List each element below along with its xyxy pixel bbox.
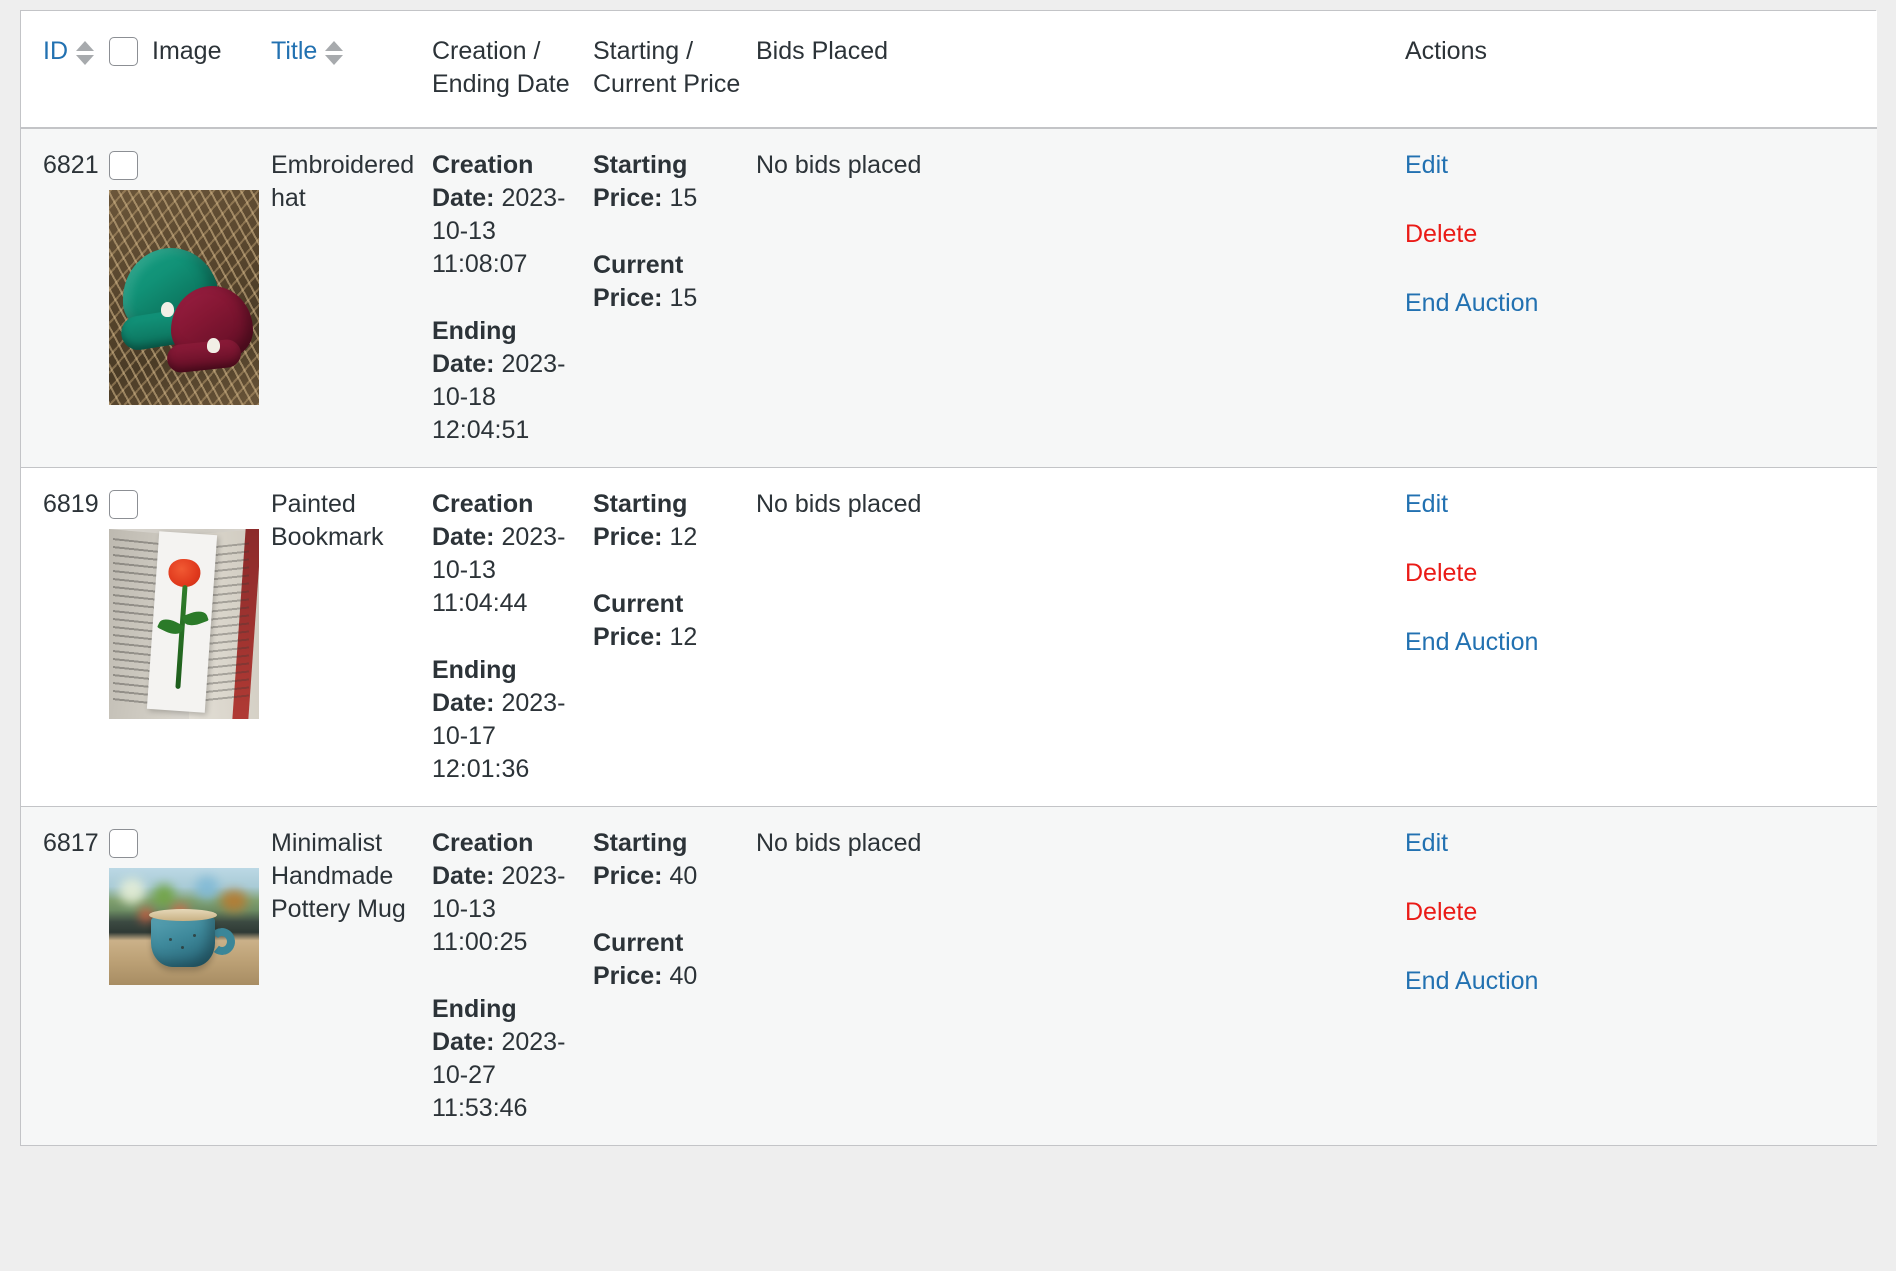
cell-image xyxy=(109,467,271,807)
current-price-value: 12 xyxy=(669,623,698,651)
bookmark-shape xyxy=(146,531,218,713)
mug-body xyxy=(151,917,215,967)
rose-leaf xyxy=(181,608,209,629)
background-bokeh xyxy=(195,876,219,900)
cell-title: Minimalist Handmade Pottery Mug xyxy=(271,806,432,1146)
end-auction-link[interactable]: End Auction xyxy=(1405,287,1867,320)
starting-price-value: 40 xyxy=(669,862,698,890)
end-auction-link[interactable]: End Auction xyxy=(1405,626,1867,659)
table-row: 6817 Minimalist Handmade Pottery Mug Cre… xyxy=(21,806,1877,1146)
column-header-actions: Actions xyxy=(1405,11,1877,129)
column-header-image: Image xyxy=(109,11,271,129)
edit-link[interactable]: Edit xyxy=(1405,149,1867,182)
edit-link[interactable]: Edit xyxy=(1405,488,1867,521)
cell-actions: Edit Delete End Auction xyxy=(1405,467,1877,807)
product-thumbnail-image xyxy=(109,529,259,719)
cell-price: Starting Price: 15 Current Price: 15 xyxy=(593,128,756,468)
table-header-row: ID Image Title Creation / Ending Date St… xyxy=(21,11,1877,129)
embroidery-badge-icon xyxy=(161,302,174,317)
auctions-table-container: ID Image Title Creation / Ending Date St… xyxy=(20,10,1877,1146)
mug-speck xyxy=(169,938,172,941)
row-select-checkbox[interactable] xyxy=(109,490,138,519)
sort-arrows-icon[interactable] xyxy=(325,39,344,65)
cell-image xyxy=(109,128,271,468)
background-bokeh xyxy=(119,878,145,904)
product-thumbnail-image xyxy=(109,868,259,985)
cell-id: 6819 xyxy=(21,467,109,807)
delete-link[interactable]: Delete xyxy=(1405,896,1867,929)
background-bokeh xyxy=(221,890,247,912)
delete-link[interactable]: Delete xyxy=(1405,218,1867,251)
table-row: 6821 Embroidered hat Creation Date: 2023… xyxy=(21,128,1877,468)
painted-rose-icon xyxy=(167,557,202,589)
cell-id: 6817 xyxy=(21,806,109,1146)
cell-image xyxy=(109,806,271,1146)
cell-bids: No bids placed xyxy=(756,128,1405,468)
cell-title: Painted Bookmark xyxy=(271,467,432,807)
background-bokeh xyxy=(153,884,175,906)
mug-speck xyxy=(181,946,184,949)
column-header-image-label: Image xyxy=(152,37,222,65)
cell-price: Starting Price: 12 Current Price: 12 xyxy=(593,467,756,807)
row-select-checkbox[interactable] xyxy=(109,151,138,180)
embroidery-badge-icon xyxy=(207,338,220,353)
table-row: 6819 Painted Bookmark Creation Date: 202… xyxy=(21,467,1877,807)
column-header-price: Starting / Current Price xyxy=(593,11,756,129)
row-select-checkbox[interactable] xyxy=(109,829,138,858)
cell-title: Embroidered hat xyxy=(271,128,432,468)
column-header-bids: Bids Placed xyxy=(756,11,1405,129)
product-thumbnail-image xyxy=(109,190,259,405)
sort-arrows-icon[interactable] xyxy=(76,39,94,65)
sort-link-title[interactable]: Title xyxy=(271,35,317,68)
cell-actions: Edit Delete End Auction xyxy=(1405,128,1877,468)
mug-speck xyxy=(193,934,196,937)
auctions-list-table: ID Image Title Creation / Ending Date St… xyxy=(21,11,1877,1146)
table-head: ID Image Title Creation / Ending Date St… xyxy=(21,11,1877,129)
sort-link-id[interactable]: ID xyxy=(43,35,68,68)
edit-link[interactable]: Edit xyxy=(1405,827,1867,860)
cell-price: Starting Price: 40 Current Price: 40 xyxy=(593,806,756,1146)
cell-bids: No bids placed xyxy=(756,806,1405,1146)
sort-ascending-icon xyxy=(325,40,344,51)
delete-link[interactable]: Delete xyxy=(1405,557,1867,590)
sort-descending-icon xyxy=(325,54,344,65)
admin-auctions-page: ID Image Title Creation / Ending Date St… xyxy=(0,0,1896,1271)
column-header-id[interactable]: ID xyxy=(21,11,109,129)
mug-rim xyxy=(149,909,217,921)
current-price-value: 15 xyxy=(669,284,698,312)
starting-price-value: 15 xyxy=(669,184,698,212)
cell-dates: Creation Date: 2023-10-13 11:08:07 Endin… xyxy=(432,128,593,468)
cell-id: 6821 xyxy=(21,128,109,468)
rose-stem xyxy=(175,584,188,690)
sort-ascending-icon xyxy=(76,40,94,51)
cell-bids: No bids placed xyxy=(756,467,1405,807)
cell-dates: Creation Date: 2023-10-13 11:04:44 Endin… xyxy=(432,467,593,807)
cell-actions: Edit Delete End Auction xyxy=(1405,806,1877,1146)
column-header-title[interactable]: Title xyxy=(271,11,432,129)
cell-dates: Creation Date: 2023-10-13 11:00:25 Endin… xyxy=(432,806,593,1146)
column-header-dates: Creation / Ending Date xyxy=(432,11,593,129)
select-all-checkbox[interactable] xyxy=(109,37,138,66)
end-auction-link[interactable]: End Auction xyxy=(1405,965,1867,998)
sort-descending-icon xyxy=(76,54,94,65)
table-body: 6821 Embroidered hat Creation Date: 2023… xyxy=(21,128,1877,1146)
starting-price-value: 12 xyxy=(669,523,698,551)
current-price-value: 40 xyxy=(669,962,698,990)
